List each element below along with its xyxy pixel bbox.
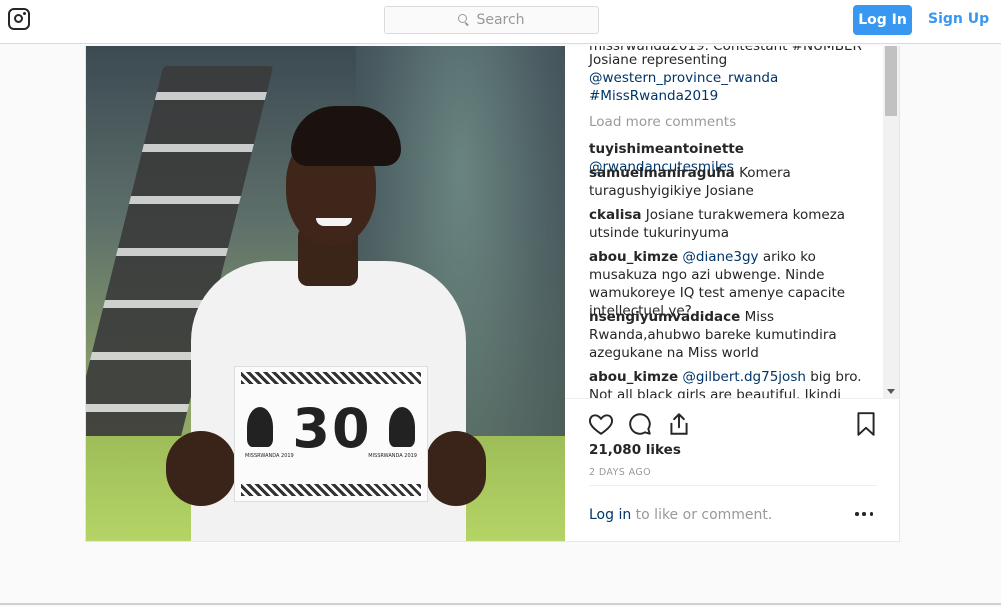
comment-username[interactable]: samuelmaniraguha xyxy=(589,165,735,181)
comment-mention[interactable]: @gilbert.dg75josh xyxy=(682,369,806,385)
login-button[interactable]: Log In xyxy=(853,5,912,35)
post-timestamp: 2 DAYS AGO xyxy=(589,467,651,478)
card-caption-right: MISSRWANDA 2019 xyxy=(368,453,417,459)
post-sidebar: missrwanda2019. Contestant #NUMBER Josia… xyxy=(565,46,901,541)
photo-right-hand xyxy=(426,431,486,506)
comment-mention[interactable]: @diane3gy xyxy=(682,249,758,265)
caption-hashtag-link[interactable]: #MissRwanda2019 xyxy=(589,88,718,104)
comment-username[interactable]: abou_kimze xyxy=(589,369,678,385)
search-placeholder: Search xyxy=(476,12,525,28)
top-navigation-bar: Search Log In Sign Up xyxy=(0,0,1001,44)
comment-item: samuelmaniraguha Komera turagushyigikiye… xyxy=(589,164,863,200)
dot xyxy=(869,512,873,516)
caption-text: Josiane representing xyxy=(589,52,728,68)
caption-mention-link[interactable]: @western_province_rwanda xyxy=(589,70,778,86)
post-caption: Josiane representing @western_province_r… xyxy=(589,51,859,105)
photo-hair xyxy=(291,106,401,166)
card-pattern-top xyxy=(241,372,421,384)
search-input[interactable]: Search xyxy=(384,6,599,34)
post-actions: 21,080 likes 2 DAYS AGO Log in to like o… xyxy=(565,398,901,541)
photo-left-hand xyxy=(166,431,236,506)
contestant-number-card: 30 MISSRWANDA 2019 MISSRWANDA 2019 xyxy=(234,366,428,502)
share-icon[interactable] xyxy=(666,411,692,437)
camera-lens xyxy=(14,14,23,23)
instagram-logo-icon[interactable] xyxy=(8,8,30,30)
likes-count[interactable]: 21,080 likes xyxy=(589,442,681,458)
comments-scrollbar[interactable] xyxy=(883,46,899,398)
card-pattern-bottom xyxy=(241,484,421,496)
login-prompt-suffix: to like or comment. xyxy=(631,507,773,523)
load-more-comments-button[interactable]: Load more comments xyxy=(589,114,736,130)
camera-dot xyxy=(23,12,26,15)
window-bottom-edge xyxy=(0,603,1001,605)
comment-item: ckalisa Josiane turakwemera komeza utsin… xyxy=(589,206,863,242)
dot xyxy=(855,512,859,516)
scroll-down-arrow-icon[interactable] xyxy=(887,389,895,394)
bookmark-icon[interactable] xyxy=(853,411,879,437)
divider xyxy=(589,485,877,486)
comment-item: abou_kimze @gilbert.dg75josh big bro. No… xyxy=(589,368,863,398)
more-options-icon[interactable] xyxy=(855,512,873,518)
comment-username[interactable]: abou_kimze xyxy=(589,249,678,265)
photo-smile xyxy=(316,218,352,226)
comment-username[interactable]: ckalisa xyxy=(589,207,642,223)
post-image[interactable]: 30 MISSRWANDA 2019 MISSRWANDA 2019 xyxy=(86,46,565,541)
card-caption-left: MISSRWANDA 2019 xyxy=(245,453,294,459)
search-icon xyxy=(458,14,470,26)
comment-item: nsengiyumvadidace Miss Rwanda,ahubwo bar… xyxy=(589,308,863,362)
dot xyxy=(862,512,866,516)
login-link[interactable]: Log in xyxy=(589,507,631,523)
heart-icon[interactable] xyxy=(588,411,614,437)
comment-username[interactable]: nsengiyumvadidace xyxy=(589,309,740,325)
contestant-number: 30 xyxy=(292,397,372,460)
login-to-comment-prompt: Log in to like or comment. xyxy=(589,507,772,523)
comments-list[interactable]: missrwanda2019. Contestant #NUMBER Josia… xyxy=(565,46,883,398)
comment-icon[interactable] xyxy=(627,411,653,437)
comment-username[interactable]: tuyishimeantoinette xyxy=(589,141,744,157)
signup-link[interactable]: Sign Up xyxy=(928,11,989,27)
scrollbar-thumb[interactable] xyxy=(885,46,897,116)
post-container: 30 MISSRWANDA 2019 MISSRWANDA 2019 missr… xyxy=(85,46,901,542)
